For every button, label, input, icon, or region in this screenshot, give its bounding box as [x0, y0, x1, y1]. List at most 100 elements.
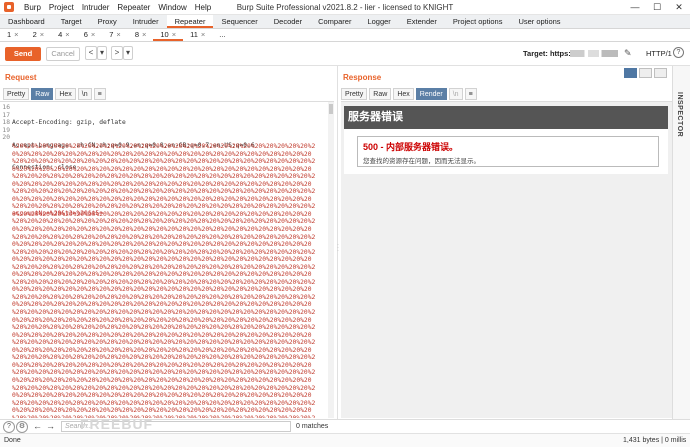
menu-window[interactable]: Window	[154, 3, 190, 12]
payload-row: 0%20%20%20%20%20%20%20%20%20%20%20%20%20…	[12, 301, 312, 309]
tab-close-icon[interactable]: ×	[201, 30, 205, 39]
request-view-pretty[interactable]: Pretty	[3, 88, 30, 100]
repeater-tab-label: 1	[7, 30, 12, 39]
layout-stacked-icon[interactable]	[639, 68, 652, 78]
tab-close-icon[interactable]: ×	[172, 30, 176, 39]
repeater-tab[interactable]: 4 ×	[51, 29, 77, 41]
payload-row: 0%20%20%20%20%20%20%20%20%20%20%20%20%20…	[12, 361, 312, 369]
request-view-raw[interactable]: Raw	[31, 88, 54, 100]
layout-side-by-side-icon[interactable]	[624, 68, 637, 78]
line-number: 16	[2, 104, 10, 111]
payload-row: %20%20%20%20%20%20%20%20%20%20%20%20%20%…	[12, 188, 316, 196]
tab-repeater[interactable]: Repeater	[166, 15, 214, 28]
next-match-icon[interactable]: →	[46, 421, 55, 431]
maximize-icon[interactable]: ☐	[646, 0, 668, 15]
previous-match-icon[interactable]: ←	[33, 421, 42, 431]
response-view-hex[interactable]: Hex	[393, 88, 414, 100]
menu-bar: Burp Project Intruder Repeater Window He…	[20, 3, 215, 12]
menu-intruder[interactable]: Intruder	[78, 3, 114, 12]
menu-repeater[interactable]: Repeater	[113, 3, 154, 12]
response-view-pretty[interactable]: Pretty	[341, 88, 368, 100]
tab-user-options[interactable]: User options	[510, 15, 568, 28]
payload-row: 0%20%20%20%20%20%20%20%20%20%20%20%20%20…	[12, 195, 312, 203]
menu-project[interactable]: Project	[45, 3, 78, 12]
request-title: Request	[5, 73, 37, 82]
tab-close-icon[interactable]: ×	[142, 30, 146, 39]
request-view-hex[interactable]: Hex	[55, 88, 76, 100]
request-scrollbar[interactable]	[328, 102, 334, 418]
repeater-tab[interactable]: 8 ×	[128, 29, 154, 41]
repeater-tab[interactable]: 6 ×	[77, 29, 103, 41]
tab-logger[interactable]: Logger	[359, 15, 398, 28]
tab-close-icon[interactable]: ×	[14, 30, 18, 39]
payload-row: %20%20%20%20%20%20%20%20%20%20%20%20%20%…	[12, 173, 316, 181]
response-view-raw[interactable]: Raw	[369, 88, 392, 100]
menu-help[interactable]: Help	[191, 3, 215, 12]
payload-row: %20%20%20%20%20%20%20%20%20%20%20%20%20%…	[12, 339, 316, 347]
line-gutter: 16 17 18 19 20	[0, 104, 10, 142]
repeater-tab-label: 8	[134, 30, 139, 39]
tab-dashboard[interactable]: Dashboard	[0, 15, 53, 28]
http-version-toggle[interactable]: HTTP/1	[646, 49, 672, 58]
help-icon[interactable]: ?	[673, 47, 684, 58]
help-icon[interactable]: ?	[3, 421, 15, 433]
tab-close-icon[interactable]: ×	[91, 30, 95, 39]
payload-row: %20%20%20%20%20%20%20%20%20%20%20%20%20%…	[12, 354, 316, 362]
line-number: 17	[2, 111, 10, 119]
payload-row: 0%20%20%20%20%20%20%20%20%20%20%20%20%20…	[12, 210, 312, 218]
divider-handle-icon[interactable]: · · ·	[337, 242, 339, 254]
tab-decoder[interactable]: Decoder	[266, 15, 310, 28]
close-icon[interactable]: ✕	[668, 0, 690, 15]
payload-row: 0%20%20%20%20%20%20%20%20%20%20%20%20%20…	[12, 331, 312, 339]
send-button[interactable]: Send	[5, 47, 41, 61]
repeater-tab[interactable]: 11 ×	[183, 29, 212, 41]
request-menu-icon[interactable]: ≡	[93, 88, 106, 100]
payload-row: %20%20%20%20%20%20%20%20%20%20%20%20%20%…	[12, 324, 316, 332]
history-forward-dropdown[interactable]: ▾	[123, 46, 133, 60]
repeater-tab[interactable]: 1 ×	[0, 29, 26, 41]
target-label: Target: https://	[523, 49, 575, 58]
request-newline-toggle[interactable]: \n	[77, 88, 92, 100]
tab-comparer[interactable]: Comparer	[310, 15, 359, 28]
payload-row: 0%20%20%20%20%20%20%20%20%20%20%20%20%20…	[12, 226, 312, 234]
history-forward-button[interactable]: >	[111, 46, 123, 60]
tab-close-icon[interactable]: ×	[40, 30, 44, 39]
menu-burp[interactable]: Burp	[20, 3, 45, 12]
tab-proxy[interactable]: Proxy	[90, 15, 125, 28]
response-view-render[interactable]: Render	[415, 88, 447, 100]
repeater-tab-active[interactable]: 10 ×	[153, 29, 184, 41]
repeater-tab[interactable]: 2 ×	[26, 29, 52, 41]
payload-row: %20%20%20%20%20%20%20%20%20%20%20%20%20%…	[12, 384, 316, 392]
tab-close-icon[interactable]: ×	[116, 30, 120, 39]
response-view-tabs: Pretty Raw Hex Render \n ≡	[341, 88, 477, 100]
tab-close-icon[interactable]: ×	[65, 30, 69, 39]
payload-row: 0%20%20%20%20%20%20%20%20%20%20%20%20%20…	[12, 376, 312, 384]
settings-gear-icon[interactable]: ⚙	[16, 421, 28, 433]
tab-extender[interactable]: Extender	[399, 15, 445, 28]
main-tab-bar: Dashboard Target Proxy Intruder Repeater…	[0, 15, 690, 29]
payload-row: 0%20%20%20%20%20%20%20%20%20%20%20%20%20…	[12, 316, 312, 324]
response-size: 1,431 bytes | 0 millis	[623, 437, 687, 444]
title-bar: Burp Project Intruder Repeater Window He…	[0, 0, 690, 15]
line-number: 18	[2, 119, 10, 127]
tab-target[interactable]: Target	[53, 15, 90, 28]
history-back-dropdown[interactable]: ▾	[97, 46, 107, 60]
response-newline-toggle[interactable]: \n	[448, 88, 463, 100]
repeater-tab-more[interactable]: ...	[212, 29, 232, 41]
cancel-button[interactable]: Cancel	[46, 47, 80, 61]
repeater-tab-label: 6	[83, 30, 88, 39]
payload-row: 0%20%20%20%20%20%20%20%20%20%20%20%20%20…	[12, 256, 312, 264]
repeater-tab-label: 2	[32, 30, 37, 39]
edit-target-icon[interactable]: ✎	[624, 48, 632, 59]
tab-project-options[interactable]: Project options	[445, 15, 511, 28]
minimize-icon[interactable]: —	[624, 0, 646, 15]
layout-tabs-icon[interactable]	[654, 68, 667, 78]
inspector-panel[interactable]: INSPECTOR	[672, 66, 690, 419]
request-line: Accept-Encoding: gzip, deflate	[12, 119, 126, 127]
tab-sequencer[interactable]: Sequencer	[213, 15, 265, 28]
tab-intruder[interactable]: Intruder	[125, 15, 167, 28]
response-menu-icon[interactable]: ≡	[464, 88, 477, 100]
request-editor[interactable]: 16 17 18 19 20 Accept-Encoding: gzip, de…	[0, 101, 334, 418]
history-back-button[interactable]: <	[85, 46, 97, 60]
repeater-tab[interactable]: 7 ×	[102, 29, 128, 41]
